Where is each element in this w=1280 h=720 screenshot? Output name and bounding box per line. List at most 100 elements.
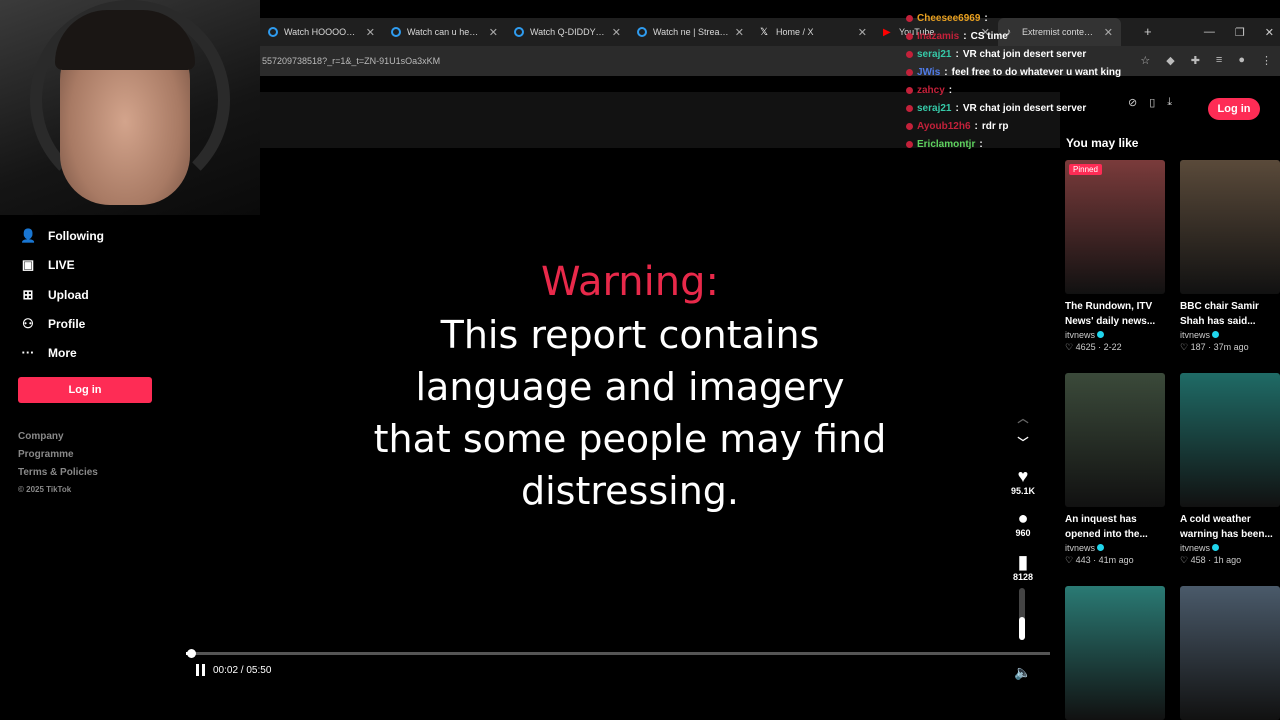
url-text[interactable]: 557209738518?_r=1&_t=ZN-91U1sOa3xKM bbox=[260, 56, 440, 66]
chat-separator: : bbox=[963, 30, 967, 42]
kebab-menu-icon[interactable]: ⋮ bbox=[1261, 54, 1272, 67]
chat-message: Inazamis: CS time bbox=[906, 27, 1126, 45]
volume-level bbox=[1019, 616, 1025, 640]
phone-icon[interactable]: ▯ bbox=[1149, 96, 1155, 109]
menu-icon[interactable]: ≡ bbox=[1216, 54, 1222, 67]
footer-link-programme[interactable]: Programme bbox=[18, 449, 74, 460]
star-icon[interactable]: ☆ bbox=[1140, 54, 1150, 67]
chat-separator: : bbox=[955, 102, 959, 114]
warning-line: This report contains bbox=[440, 313, 820, 357]
close-tab-icon[interactable]: ✕ bbox=[735, 26, 744, 39]
browser-tab[interactable]: 𝕏 Home / X ✕ bbox=[752, 18, 875, 46]
chevron-up-icon[interactable]: ︿ bbox=[1006, 410, 1040, 426]
chat-username: zahcy bbox=[917, 84, 945, 96]
card-author[interactable]: itvnews bbox=[1180, 543, 1280, 553]
verified-icon bbox=[1097, 544, 1105, 551]
card-title[interactable]: An inquest has opened into the... bbox=[1065, 512, 1165, 542]
streamable-icon bbox=[514, 27, 524, 37]
chat-separator: : bbox=[984, 12, 988, 24]
chevron-down-icon[interactable]: ﹀ bbox=[1006, 434, 1040, 450]
video-warning-card: Warning: This report contains language a… bbox=[260, 255, 1000, 517]
chat-message: seraj21: VR chat join desert server bbox=[906, 99, 1126, 117]
like-button[interactable]: ♥ 95.1K bbox=[1006, 466, 1040, 496]
video-thumbnail[interactable] bbox=[1180, 373, 1280, 507]
address-bar[interactable]: 557209738518?_r=1&_t=ZN-91U1sOa3xKM ☆ ◆ … bbox=[260, 46, 1280, 76]
video-thumbnail[interactable] bbox=[1180, 586, 1280, 720]
chat-username: Ericlamontjr bbox=[917, 138, 976, 150]
chat-username: seraj21 bbox=[917, 48, 952, 60]
video-card[interactable] bbox=[1065, 586, 1165, 720]
chat-text: feel free to do whatever u want king bbox=[951, 66, 1122, 78]
compass-icon[interactable]: ⊘ bbox=[1128, 96, 1137, 109]
close-tab-icon[interactable]: ✕ bbox=[489, 26, 498, 39]
new-tab-icon[interactable]: + bbox=[1144, 24, 1152, 39]
video-card[interactable]: An inquest has opened into the... itvnews… bbox=[1065, 373, 1165, 566]
chat-badge-icon bbox=[906, 104, 913, 112]
sidebar-item-profile[interactable]: ⚇ Profile bbox=[20, 316, 85, 332]
chat-separator: : bbox=[944, 66, 948, 78]
download-icon[interactable]: ⤓ bbox=[1167, 96, 1172, 109]
card-author[interactable]: itvnews bbox=[1065, 543, 1165, 553]
verified-icon bbox=[1097, 331, 1105, 338]
puzzle-icon[interactable]: ✚ bbox=[1191, 54, 1200, 67]
save-button[interactable]: ▮ 8128 bbox=[1006, 552, 1040, 582]
chat-text: VR chat join desert server bbox=[962, 48, 1087, 60]
volume-slider[interactable] bbox=[1019, 588, 1025, 640]
browser-tab[interactable]: Watch Q-DIDDY | Str✕ bbox=[506, 18, 629, 46]
browser-tab[interactable]: Watch HOOOOOO M✕ bbox=[260, 18, 383, 46]
footer-link-company[interactable]: Company bbox=[18, 431, 64, 442]
upload-icon: ⊞ bbox=[22, 287, 34, 302]
chat-username: JWis bbox=[917, 66, 941, 78]
chat-message: seraj21: VR chat join desert server bbox=[906, 45, 1126, 63]
card-author[interactable]: itvnews bbox=[1180, 330, 1280, 340]
chat-username: Inazamis bbox=[917, 30, 960, 42]
progress-knob[interactable] bbox=[187, 649, 197, 658]
video-progress-bar[interactable] bbox=[186, 649, 1050, 658]
streamable-icon bbox=[637, 27, 647, 37]
login-button[interactable]: Log in bbox=[18, 377, 152, 403]
browser-tab-bar: Watch HOOOOOO M✕ Watch can u hear me✕ Wa… bbox=[260, 18, 1280, 46]
browser-tab[interactable]: Watch ne | Streamab ✕ bbox=[629, 18, 752, 46]
pause-icon[interactable] bbox=[196, 664, 205, 676]
video-card[interactable]: Pinned The Rundown, ITV News' daily news.… bbox=[1065, 160, 1165, 353]
minimize-icon[interactable]: — bbox=[1204, 26, 1215, 38]
sidebar-item-upload[interactable]: ⊞ Upload bbox=[20, 287, 89, 303]
chat-separator: : bbox=[979, 138, 983, 150]
following-icon: 👤 bbox=[20, 228, 37, 243]
chat-text: CS time bbox=[970, 30, 1008, 42]
comment-button[interactable]: ● 960 bbox=[1006, 508, 1040, 538]
video-thumbnail[interactable] bbox=[1065, 373, 1165, 507]
you-may-like-heading: You may like bbox=[1066, 136, 1139, 150]
sidebar-item-more[interactable]: ··· More bbox=[20, 345, 77, 360]
video-card[interactable]: A cold weather warning has been... itvnew… bbox=[1180, 373, 1280, 566]
video-card[interactable]: BBC chair Samir Shah has said... itvnews ♡… bbox=[1180, 160, 1280, 353]
sidebar-item-following[interactable]: 👤 Following bbox=[20, 228, 104, 244]
browser-tab[interactable]: Watch can u hear me✕ bbox=[383, 18, 506, 46]
extension-icon[interactable]: ◆ bbox=[1166, 54, 1174, 67]
card-stats: ♡ 4625 · 2-22 bbox=[1065, 342, 1122, 352]
volume-icon[interactable]: 🔈 bbox=[1014, 664, 1031, 681]
heart-icon: ♥ bbox=[1017, 466, 1029, 486]
warning-line: that some people may find distressing. bbox=[373, 417, 887, 513]
close-tab-icon[interactable]: ✕ bbox=[858, 26, 867, 39]
video-thumbnail[interactable]: Pinned bbox=[1065, 160, 1165, 294]
close-tab-icon[interactable]: ✕ bbox=[612, 26, 621, 39]
card-title[interactable]: BBC chair Samir Shah has said... bbox=[1180, 299, 1280, 329]
bookmark-icon: ▮ bbox=[1018, 552, 1028, 572]
profile-avatar-icon[interactable]: ● bbox=[1238, 54, 1245, 67]
header-login-button[interactable]: Log in bbox=[1208, 98, 1260, 120]
close-tab-icon[interactable]: ✕ bbox=[366, 26, 375, 39]
sidebar-item-live[interactable]: ▣ LIVE bbox=[20, 257, 75, 273]
card-author[interactable]: itvnews bbox=[1065, 330, 1165, 340]
x-icon: 𝕏 bbox=[760, 26, 769, 38]
card-title[interactable]: A cold weather warning has been... bbox=[1180, 512, 1280, 542]
footer-link-terms[interactable]: Terms & Policies bbox=[18, 467, 98, 478]
video-thumbnail[interactable] bbox=[1065, 586, 1165, 720]
card-stats: ♡ 458 · 1h ago bbox=[1180, 555, 1242, 565]
youtube-icon: ▶ bbox=[883, 26, 891, 38]
video-thumbnail[interactable] bbox=[1180, 160, 1280, 294]
close-window-icon[interactable]: ✕ bbox=[1265, 26, 1274, 39]
video-card[interactable] bbox=[1180, 586, 1280, 720]
restore-icon[interactable]: ❐ bbox=[1235, 26, 1245, 39]
card-title[interactable]: The Rundown, ITV News' daily news... bbox=[1065, 299, 1165, 329]
